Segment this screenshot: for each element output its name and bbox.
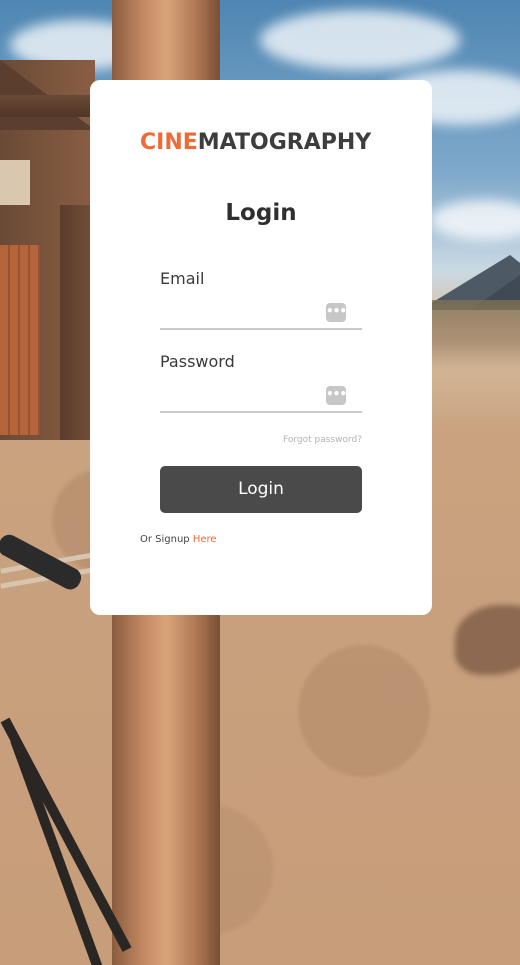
brand-rest-text: MATOGRAPHY [197, 130, 372, 155]
cloud [260, 10, 460, 70]
email-label: Email [160, 269, 205, 288]
password-manager-icon[interactable]: ••• [326, 303, 347, 322]
email-field[interactable] [160, 296, 320, 326]
password-field-container: ••• [160, 379, 362, 413]
password-field[interactable] [160, 379, 320, 409]
page-title: Login [225, 200, 297, 226]
signup-link[interactable]: Here [193, 534, 217, 545]
brand-logo: CINEMATOGRAPHY [140, 130, 371, 155]
brand-accent-text: CINE [140, 130, 198, 155]
signup-prefix-text: Or Signup [140, 534, 190, 545]
cloud [430, 200, 520, 240]
password-label: Password [160, 352, 235, 371]
login-button[interactable]: Login [160, 466, 362, 513]
password-manager-icon[interactable]: ••• [326, 386, 347, 405]
signup-prompt: Or Signup Here [140, 534, 217, 545]
building-sign [0, 160, 30, 205]
email-field-container: ••• [160, 296, 362, 330]
login-card: CINEMATOGRAPHY Login Email ••• Password … [90, 80, 432, 615]
building-door [0, 245, 40, 435]
forgot-password-link[interactable]: Forgot password? [160, 435, 362, 445]
